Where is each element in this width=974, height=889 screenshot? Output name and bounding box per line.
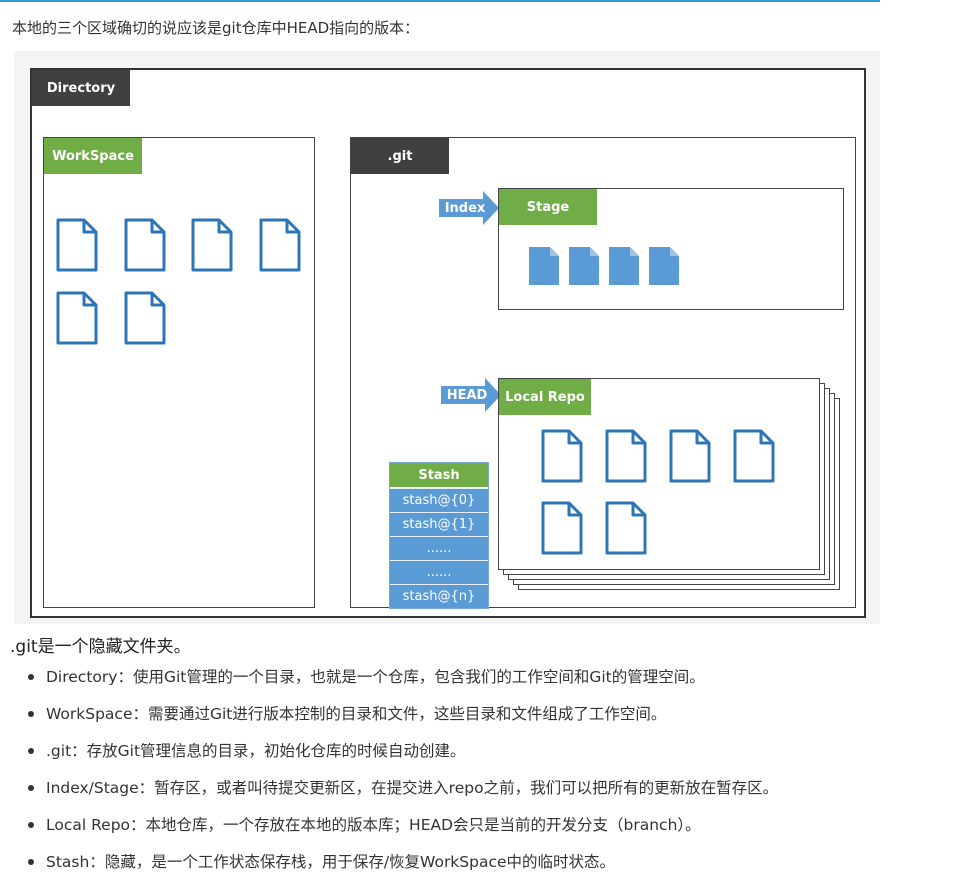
intro-text: 本地的三个区域确切的说应该是git仓库中HEAD指向的版本： xyxy=(12,19,420,37)
list-item: Index/Stage：暂存区，或者叫待提交更新区，在提交进入repo之前，我们… xyxy=(28,778,778,815)
stage-panel: Stage xyxy=(498,188,844,310)
list-item: Local Repo：本地仓库，一个存放在本地的版本库；HEAD会只是当前的开发… xyxy=(28,815,778,852)
workspace-panel: WorkSpace xyxy=(43,137,315,608)
git-areas-diagram: Directory WorkSpace .git Index Stage HEA… xyxy=(14,51,880,624)
hidden-folder-note: .git是一个隐藏文件夹。 xyxy=(10,637,191,657)
file-outline-icon xyxy=(605,429,647,487)
index-label: Index xyxy=(444,200,486,216)
file-outline-icon xyxy=(733,429,775,487)
file-outline-icon xyxy=(541,501,583,559)
stash-row: stash@{n} xyxy=(390,584,488,608)
definition-list: Directory：使用Git管理的一个目录，也就是一个仓库，包含我们的工作空间… xyxy=(28,667,778,889)
stash-row: stash@{0} xyxy=(390,488,488,512)
workspace-tab: WorkSpace xyxy=(44,138,142,174)
file-outline-icon xyxy=(541,429,583,487)
stash-row: ...... xyxy=(390,536,488,560)
file-outline-icon xyxy=(56,218,98,276)
list-item: WorkSpace：需要通过Git进行版本控制的目录和文件，这些目录和文件组成了… xyxy=(28,704,778,741)
file-outline-icon xyxy=(191,218,233,276)
index-arrow: Index xyxy=(439,191,499,225)
file-filled-icon xyxy=(569,247,599,289)
stash-table: Stash stash@{0} stash@{1} ...... ...... … xyxy=(389,462,489,609)
file-outline-icon xyxy=(605,501,647,559)
list-item: .git：存放Git管理信息的目录，初始化仓库的时候自动创建。 xyxy=(28,741,778,778)
stage-tab: Stage xyxy=(499,189,597,225)
file-filled-icon xyxy=(529,247,559,289)
file-outline-icon xyxy=(124,291,166,349)
stash-row: stash@{1} xyxy=(390,512,488,536)
head-label: HEAD xyxy=(446,387,488,403)
list-item: Directory：使用Git管理的一个目录，也就是一个仓库，包含我们的工作空间… xyxy=(28,667,778,704)
stash-row: ...... xyxy=(390,560,488,584)
directory-frame: Directory WorkSpace .git Index Stage HEA… xyxy=(30,68,866,618)
top-divider xyxy=(0,0,880,2)
file-outline-icon xyxy=(669,429,711,487)
file-outline-icon xyxy=(259,218,301,276)
local-repo-panel: Local Repo xyxy=(498,378,820,570)
file-filled-icon xyxy=(649,247,679,289)
stash-title: Stash xyxy=(390,463,488,488)
file-outline-icon xyxy=(124,218,166,276)
file-filled-icon xyxy=(609,247,639,289)
list-item: Stash：隐藏，是一个工作状态保存栈，用于保存/恢复WorkSpace中的临时… xyxy=(28,852,778,889)
local-repo-tab: Local Repo xyxy=(499,379,591,415)
directory-tab: Directory xyxy=(32,70,130,106)
file-outline-icon xyxy=(56,291,98,349)
git-tab: .git xyxy=(351,138,449,174)
head-arrow: HEAD xyxy=(441,378,501,412)
